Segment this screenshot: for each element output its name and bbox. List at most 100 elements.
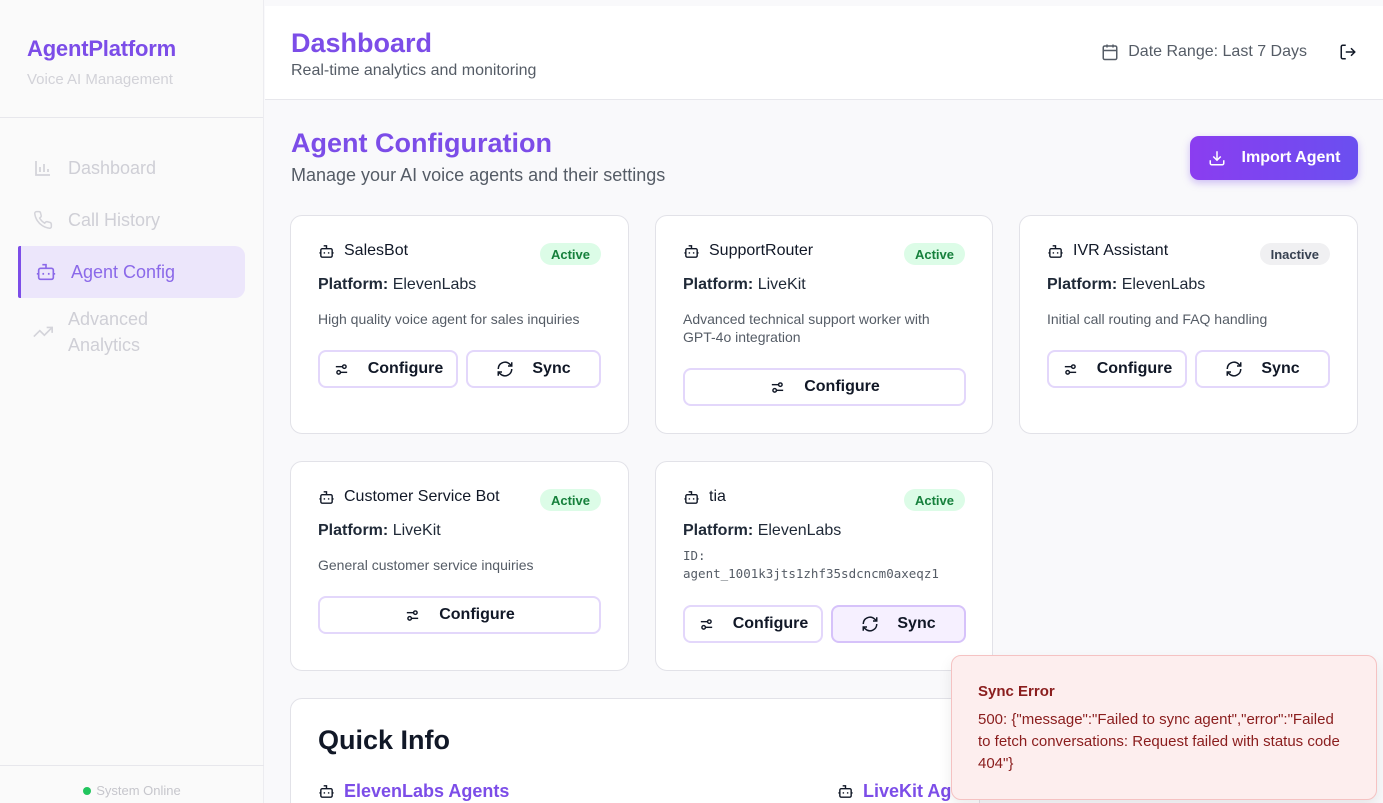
bot-icon: [1048, 244, 1063, 258]
agent-platform: Platform: ElevenLabs: [683, 522, 841, 540]
agent-card-ivr-assistant: IVR Assistant Inactive Platform: ElevenL…: [1019, 215, 1358, 434]
agent-name-text: Customer Service Bot: [344, 488, 500, 505]
bot-icon: [319, 785, 334, 798]
status-badge: Inactive: [1259, 243, 1330, 265]
platform-value: LiveKit: [757, 276, 806, 293]
page-subtitle: Real-time analytics and monitoring: [291, 62, 537, 79]
phone-icon: [32, 209, 54, 231]
status-dot-icon: [83, 786, 92, 795]
bot-icon: [319, 490, 334, 504]
agent-platform: Platform: ElevenLabs: [1047, 276, 1205, 294]
platform-label: Platform:: [683, 276, 754, 293]
sidebar-item-call-history[interactable]: Call History: [18, 194, 245, 246]
configure-label: Configure: [1096, 360, 1173, 377]
import-agent-button[interactable]: Import Agent: [1190, 136, 1358, 180]
agent-platform: Platform: LiveKit: [318, 522, 441, 540]
sync-button[interactable]: Sync: [1195, 350, 1330, 388]
agent-name: SalesBot: [318, 242, 408, 260]
brand-subtitle: Voice AI Management: [27, 71, 173, 88]
configure-label: Configure: [439, 606, 515, 623]
brand: AgentPlatform Voice AI Management: [0, 0, 263, 118]
toast-message: 500: {"message":"Failed to sync agent","…: [978, 711, 1340, 772]
sidebar: AgentPlatform Voice AI Management Dashbo…: [0, 0, 264, 803]
livekit-agents-label: LiveKit Age: [863, 781, 962, 801]
sidebar-item-label: Agent Config: [71, 261, 176, 282]
sync-button[interactable]: Sync: [831, 605, 966, 643]
section-subtitle: Manage your AI voice agents and their se…: [291, 165, 666, 185]
platform-label: Platform:: [1047, 276, 1118, 293]
bot-icon: [684, 490, 699, 504]
platform-label: Platform:: [318, 522, 389, 539]
elevenlabs-agents-link[interactable]: ElevenLabs Agents: [318, 781, 509, 802]
agent-name: tia: [683, 488, 726, 506]
platform-label: Platform:: [683, 522, 754, 539]
agent-platform: Platform: ElevenLabs: [318, 276, 476, 294]
brand-title: AgentPlatform: [27, 36, 176, 61]
configure-button[interactable]: Configure: [318, 350, 458, 388]
sync-label: Sync: [897, 615, 936, 632]
refresh-icon: [1226, 361, 1242, 377]
agent-name: SupportRouter: [683, 242, 813, 260]
agent-card-supportrouter: SupportRouter Active Platform: LiveKit A…: [655, 215, 993, 434]
agent-description: High quality voice agent for sales inqui…: [318, 311, 580, 327]
sync-label: Sync: [532, 360, 571, 377]
calendar-icon: [1102, 44, 1118, 61]
bot-icon: [319, 244, 334, 258]
sliders-icon: [335, 363, 347, 375]
sync-label: Sync: [1261, 360, 1300, 377]
agent-id: ID: agent_1001k3jts1zhf35sdcncm0axeqz1: [683, 547, 973, 583]
sidebar-item-advanced-analytics[interactable]: Advanced Analytics: [18, 298, 245, 366]
configure-button[interactable]: Configure: [683, 368, 966, 406]
bot-icon: [35, 261, 57, 283]
top-header: Dashboard Real-time analytics and monito…: [265, 6, 1383, 100]
sliders-icon: [407, 609, 419, 621]
agent-name-text: SupportRouter: [709, 242, 814, 259]
configure-label: Configure: [804, 378, 880, 395]
agent-id-label: ID:: [683, 548, 706, 563]
configure-button[interactable]: Configure: [1047, 350, 1187, 388]
agent-card-tia: tia Active Platform: ElevenLabs ID: agent…: [655, 461, 993, 671]
status-badge: Active: [539, 489, 601, 511]
livekit-agents-link[interactable]: LiveKit Age: [837, 781, 961, 802]
sidebar-item-label: Dashboard: [68, 157, 157, 178]
system-status: System Online: [0, 765, 264, 803]
configure-button[interactable]: Configure: [318, 596, 601, 634]
agent-description: Advanced technical support worker with G…: [683, 311, 930, 345]
agent-name-text: tia: [709, 488, 726, 505]
sync-error-toast[interactable]: Sync Error 500: {"message":"Failed to sy…: [951, 655, 1377, 800]
configure-button[interactable]: Configure: [683, 605, 823, 643]
trending-up-icon: [32, 321, 54, 343]
refresh-icon: [497, 361, 513, 377]
bot-icon: [684, 244, 699, 258]
elevenlabs-agents-label: ElevenLabs Agents: [344, 781, 510, 801]
agent-card-customer-service-bot: Customer Service Bot Active Platform: Li…: [290, 461, 629, 671]
bar-chart-icon: [32, 157, 54, 179]
sliders-icon: [700, 618, 712, 630]
bot-icon: [838, 785, 853, 798]
date-range-label: Date Range: Last 7 Days: [1128, 43, 1307, 60]
sliders-icon: [1064, 363, 1076, 375]
configure-label: Configure: [732, 615, 809, 632]
platform-value: ElevenLabs: [1121, 276, 1206, 293]
platform-value: LiveKit: [392, 522, 441, 539]
sidebar-item-dashboard[interactable]: Dashboard: [18, 142, 245, 194]
configure-label: Configure: [367, 360, 444, 377]
quick-info-title: Quick Info: [318, 725, 451, 755]
logout-button[interactable]: [1339, 43, 1357, 66]
date-range-selector[interactable]: Date Range: Last 7 Days: [1101, 43, 1307, 61]
download-icon: [1209, 151, 1225, 166]
logout-icon: [1340, 44, 1356, 60]
sidebar-nav: Dashboard Call History Agent Config Adva…: [0, 118, 263, 366]
status-badge: Active: [903, 489, 965, 511]
status-badge: Active: [903, 243, 965, 265]
sidebar-item-agent-config[interactable]: Agent Config: [18, 246, 245, 298]
toast-title: Sync Error: [978, 683, 1055, 700]
agent-name-text: SalesBot: [344, 242, 409, 259]
sync-button[interactable]: Sync: [466, 350, 601, 388]
agent-description: Initial call routing and FAQ handling: [1047, 311, 1268, 327]
agent-id-value: agent_1001k3jts1zhf35sdcncm0axeqz1: [683, 566, 939, 581]
quick-info-panel: Quick Info ElevenLabs Agents LiveKit Age: [290, 698, 980, 803]
status-badge: Active: [539, 243, 601, 265]
status-text: System Online: [96, 783, 181, 798]
sliders-icon: [772, 381, 784, 393]
